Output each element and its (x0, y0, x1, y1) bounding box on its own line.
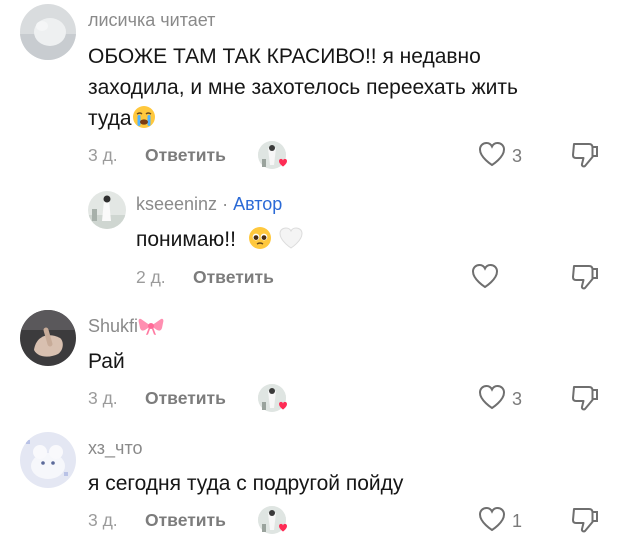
comment-username[interactable]: хз_что (88, 438, 143, 459)
comment-username-row: Shukfi (88, 316, 164, 341)
heart-outline-icon (478, 506, 506, 537)
comment-text-line-1: ОБОЖЕ ТАМ ТАК КРАСИВО!! я недавно (88, 45, 481, 68)
comment-text: понимаю!! (136, 225, 304, 259)
white-heart-icon (278, 226, 304, 259)
ribbon-icon (138, 316, 164, 341)
reply-button[interactable]: Ответить (145, 388, 226, 409)
reply-button[interactable]: Ответить (145, 510, 226, 531)
thumbs-down-icon (572, 265, 598, 290)
comment-text: я сегодня туда с подругой пойду (88, 472, 404, 495)
reply-button[interactable]: Ответить (193, 267, 274, 288)
comment-username[interactable]: Shukfi (88, 316, 138, 336)
creator-liked-avatar (258, 141, 287, 169)
comment-username[interactable]: лисичка читает (88, 10, 215, 31)
avatar[interactable] (20, 310, 76, 366)
heart-outline-icon (471, 263, 499, 294)
separator-dot: · (217, 194, 234, 214)
avatar[interactable] (88, 191, 126, 229)
loudly-crying-face-icon (132, 105, 156, 138)
thumbs-down-icon (572, 386, 598, 411)
avatar[interactable] (20, 4, 76, 60)
dislike-button[interactable] (570, 141, 600, 174)
reply-button[interactable]: Ответить (145, 145, 226, 166)
comment-time: 3 д. (88, 510, 118, 530)
thumbs-down-icon (572, 508, 598, 533)
like-button[interactable] (471, 263, 499, 294)
like-button[interactable]: 3 (478, 384, 522, 415)
author-badge: Автор (233, 194, 283, 214)
reply-username-row: kseeeninz · Автор (136, 194, 282, 215)
heart-outline-icon (478, 384, 506, 415)
like-button[interactable]: 3 (478, 141, 522, 172)
dislike-button[interactable] (570, 506, 600, 539)
like-button[interactable]: 1 (478, 506, 522, 537)
comment-text-line-2: заходила, и мне захотелось переехать жит… (88, 76, 518, 99)
creator-liked-avatar (258, 384, 287, 412)
comment-time: 2 д. (136, 267, 166, 287)
avatar[interactable] (20, 432, 76, 488)
like-count: 3 (512, 389, 523, 409)
comment-time: 3 д. (88, 388, 118, 408)
comment-time: 3 д. (88, 145, 118, 165)
creator-liked-avatar (258, 506, 287, 534)
comment-username[interactable]: kseeeninz (136, 194, 217, 214)
heart-outline-icon (478, 141, 506, 172)
like-count: 3 (512, 146, 523, 166)
thumbs-down-icon (572, 143, 598, 168)
comment-text: Рай (88, 350, 125, 373)
like-count: 1 (512, 511, 523, 531)
dislike-button[interactable] (570, 263, 600, 296)
comment-text-line-3: туда (88, 104, 156, 138)
pleading-face-icon (248, 226, 272, 259)
dislike-button[interactable] (570, 384, 600, 417)
